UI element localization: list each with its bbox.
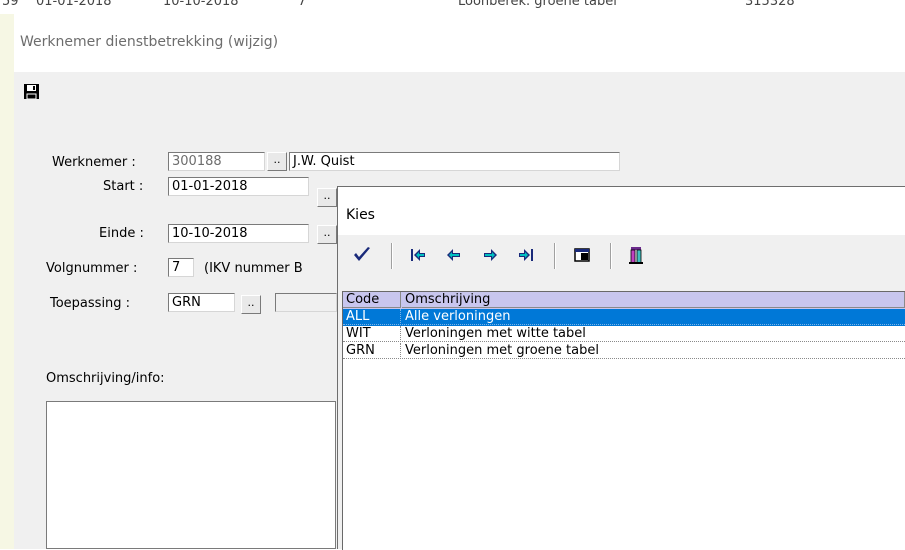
werknemer-lookup-button[interactable]: .. xyxy=(267,152,287,171)
bg-cell-start: 01-01-2018 xyxy=(36,0,112,9)
werknemer-code-field[interactable]: 300188 xyxy=(168,152,265,171)
toolbar-separator xyxy=(391,243,393,269)
column-header-omschrijving[interactable]: Omschrijving xyxy=(402,292,905,308)
toolbar-separator xyxy=(610,243,612,269)
cell-code: ALL xyxy=(343,309,401,325)
checkmark-icon[interactable] xyxy=(352,245,372,265)
cell-code: WIT xyxy=(343,326,401,342)
bg-cell-einde: 10-10-2018 xyxy=(163,0,239,9)
prev-record-icon[interactable] xyxy=(444,245,464,265)
start-label: Start : xyxy=(103,179,144,194)
table-row[interactable]: ALL Alle verloningen xyxy=(343,309,905,326)
columns-icon[interactable] xyxy=(626,245,646,265)
omschrijving-label: Omschrijving/info: xyxy=(46,371,165,386)
einde-lookup-button[interactable]: .. xyxy=(317,225,337,244)
cell-omschrijving: Alle verloningen xyxy=(402,309,905,325)
first-record-icon[interactable] xyxy=(408,245,428,265)
last-record-icon[interactable] xyxy=(516,245,536,265)
window-title: Werknemer dienstbetrekking (wijzig) xyxy=(20,34,279,50)
bg-cell-omschrijving: Loonberek. groene tabel xyxy=(458,0,617,9)
toepassing-label: Toepassing : xyxy=(50,296,131,311)
table-row[interactable]: WIT Verloningen met witte tabel xyxy=(343,326,905,343)
toolbar-separator xyxy=(554,243,556,269)
popup-title: Kies xyxy=(346,207,375,223)
cell-code: GRN xyxy=(343,343,401,359)
bg-cell-number: 315328 xyxy=(745,0,795,9)
start-field[interactable]: 01-01-2018 xyxy=(168,177,309,196)
cell-omschrijving: Verloningen met witte tabel xyxy=(402,326,905,342)
omschrijving-textarea[interactable] xyxy=(46,401,336,549)
background-grid-row: 59 01-01-2018 10-10-2018 7 Loonberek. gr… xyxy=(0,0,905,14)
grid-header: Code Omschrijving xyxy=(343,292,905,309)
werknemer-name-field[interactable]: J.W. Quist xyxy=(289,152,620,171)
table-row[interactable]: GRN Verloningen met groene tabel xyxy=(343,343,905,360)
bg-cell-id: 59 xyxy=(2,0,19,9)
start-lookup-button[interactable]: .. xyxy=(317,188,337,207)
main-toolbar xyxy=(14,72,905,106)
title-bar: Werknemer dienstbetrekking (wijzig) xyxy=(14,14,905,72)
choice-grid: Code Omschrijving ALL Alle verloningen W… xyxy=(342,291,905,550)
toepassing-field[interactable]: GRN xyxy=(168,293,235,312)
volgnummer-label: Volgnummer : xyxy=(46,261,138,276)
floppy-disk-icon[interactable] xyxy=(24,84,39,99)
toepassing-lookup-button[interactable]: .. xyxy=(241,295,261,314)
column-header-code[interactable]: Code xyxy=(343,292,401,308)
toepassing-desc-field[interactable] xyxy=(275,293,337,312)
bg-cell-volgnummer: 7 xyxy=(298,0,307,9)
kies-popup: Kies Code Omschrijving ALL Alle verlonin… xyxy=(337,186,905,550)
popup-title-bar: Kies xyxy=(338,187,905,235)
window-icon[interactable] xyxy=(572,245,592,265)
einde-field[interactable]: 10-10-2018 xyxy=(168,224,309,243)
werknemer-label: Werknemer : xyxy=(52,155,136,170)
cell-omschrijving: Verloningen met groene tabel xyxy=(402,343,905,359)
next-record-icon[interactable] xyxy=(480,245,500,265)
ikv-nummer-label: (IKV nummer B xyxy=(204,261,303,276)
left-edge xyxy=(0,14,14,549)
volgnummer-field[interactable]: 7 xyxy=(168,258,194,277)
einde-label: Einde : xyxy=(99,226,144,241)
